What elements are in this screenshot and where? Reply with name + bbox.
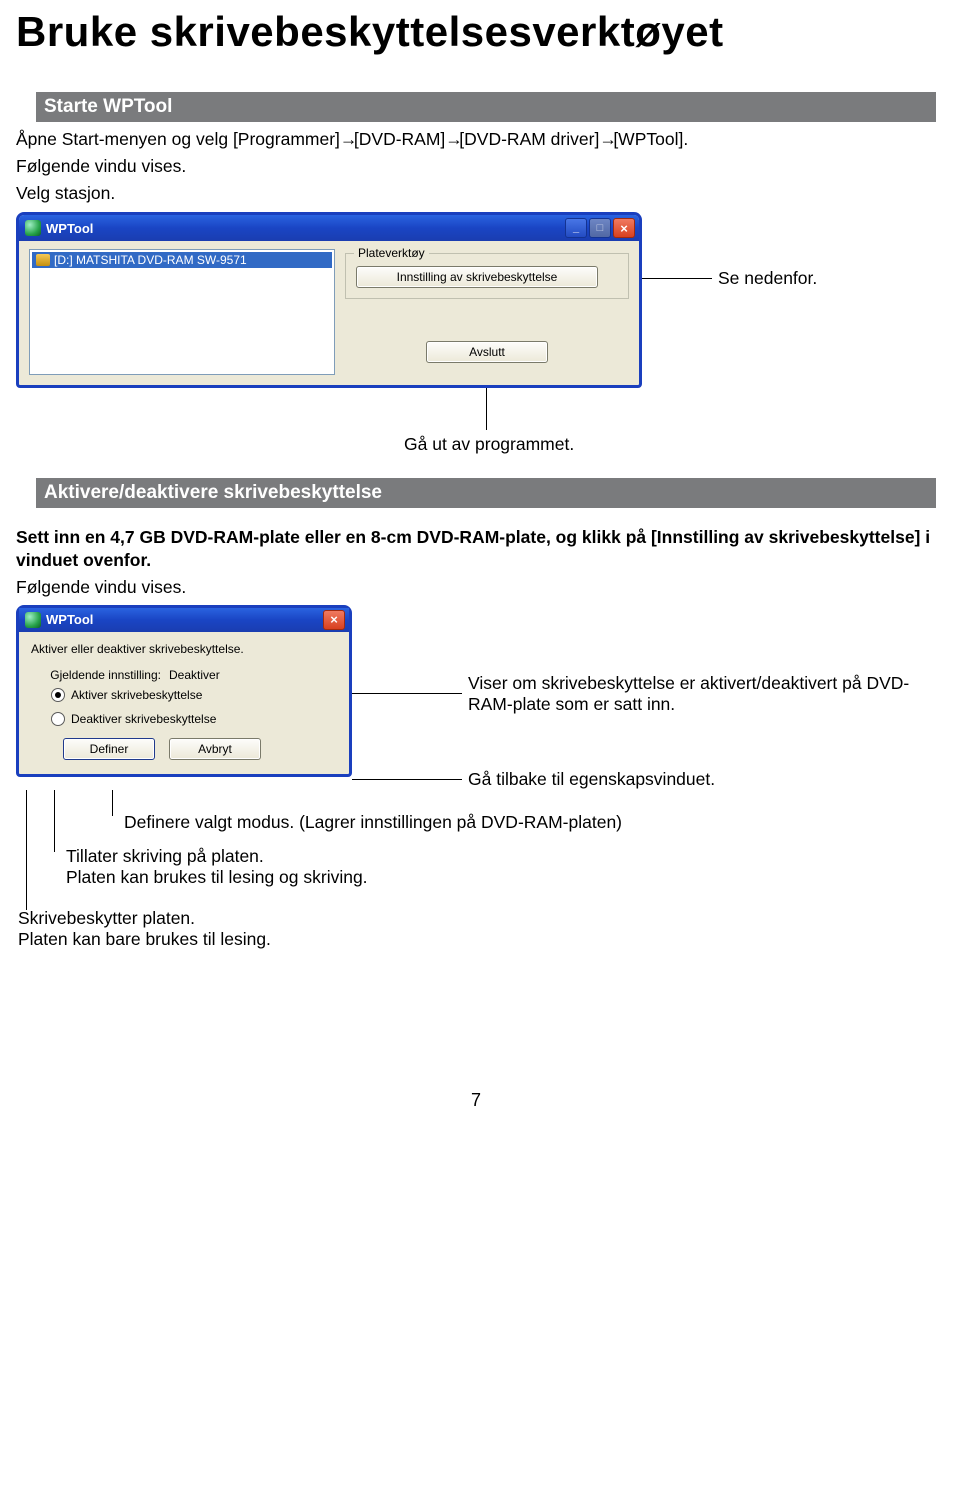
maximize-button[interactable]: □ [589, 218, 611, 238]
quit-button[interactable]: Avslutt [426, 341, 548, 363]
radio-disable-label: Deaktiver skrivebeskyttelse [71, 712, 216, 726]
path-1: [DVD-RAM] [354, 129, 445, 149]
radio-enable-label: Aktiver skrivebeskyttelse [71, 688, 202, 702]
drive-icon [36, 254, 50, 266]
radio-icon [51, 712, 65, 726]
groupbox-disc-tools: Plateverktøy Innstilling av skrivebeskyt… [345, 253, 629, 299]
close-button[interactable]: × [613, 218, 635, 238]
close-button-2[interactable]: × [323, 610, 345, 630]
callout-back: Gå tilbake til egenskapsvinduet. [352, 769, 936, 790]
open-prefix: Åpne Start-menyen og velg [16, 129, 233, 149]
window-title: WPTool [46, 221, 565, 236]
dialog-description: Aktiver eller deaktiver skrivebeskyttels… [31, 642, 337, 656]
path-3: [WPTool] [613, 129, 683, 149]
page-title: Bruke skrivebeskyttelsesverktøyet [16, 8, 936, 56]
period: . [683, 129, 688, 149]
drive-label: [D:] MATSHITA DVD-RAM SW-9571 [54, 253, 247, 267]
define-button[interactable]: Definer [63, 738, 155, 760]
callout-shows-status: Viser om skrivebeskyttelse er aktivert/d… [352, 673, 936, 715]
radio-enable-wp[interactable]: Aktiver skrivebeskyttelse [31, 686, 337, 704]
write-protect-settings-button[interactable]: Innstilling av skrivebeskyttelse [356, 266, 598, 288]
callout-allow-write-1: Tillater skriving på platen. [66, 846, 368, 867]
page-number: 7 [16, 1090, 936, 1131]
path-0: [Programmer] [233, 129, 340, 149]
radio-disable-wp[interactable]: Deaktiver skrivebeskyttelse [31, 710, 337, 728]
text-following-window-2: Følgende vindu vises. [16, 576, 936, 599]
titlebar-2: WPTool × [19, 608, 349, 632]
callout-define: Definere valgt modus. (Lagrer innstillin… [124, 812, 622, 833]
callout-see-below: Se nedenfor. [642, 268, 817, 289]
current-setting-label: Gjeldende innstilling: [31, 668, 169, 682]
arrow-icon: → [599, 128, 613, 151]
arrow-icon: → [445, 128, 459, 151]
section-heading-enable: Aktivere/deaktivere skrivebeskyttelse [36, 478, 936, 508]
callout-wp-1: Skrivebeskytter platen. [18, 908, 271, 929]
titlebar: WPTool _ □ × [19, 215, 639, 241]
drive-list-item[interactable]: [D:] MATSHITA DVD-RAM SW-9571 [32, 252, 332, 268]
drive-list[interactable]: [D:] MATSHITA DVD-RAM SW-9571 [29, 249, 335, 375]
groupbox-legend: Plateverktøy [354, 246, 429, 260]
cancel-button[interactable]: Avbryt [169, 738, 261, 760]
app-icon [25, 612, 41, 628]
callout-wp-2: Platen kan bare brukes til lesing. [18, 929, 271, 950]
text-following-window: Følgende vindu vises. [16, 155, 936, 178]
current-setting-value: Deaktiver [169, 668, 220, 682]
text-select-station: Velg stasjon. [16, 182, 936, 205]
minimize-button[interactable]: _ [565, 218, 587, 238]
wptool-main-window: WPTool _ □ × [D:] MATSHITA DVD-RAM SW-95… [16, 212, 642, 388]
path-2: [DVD-RAM driver] [459, 129, 599, 149]
section2-instruction: Sett inn en 4,7 GB DVD-RAM-plate eller e… [16, 526, 936, 572]
radio-icon [51, 688, 65, 702]
window-title-2: WPTool [46, 612, 323, 627]
app-icon [25, 220, 41, 236]
section-heading-start: Starte WPTool [36, 92, 936, 122]
open-instructions: Åpne Start-menyen og velg [Programmer]→[… [16, 128, 936, 151]
callout-allow-write-2: Platen kan brukes til lesing og skriving… [66, 867, 368, 888]
arrow-icon: → [340, 128, 354, 151]
callout-exit: Gå ut av programmet. [404, 434, 574, 455]
wptool-dialog: WPTool × Aktiver eller deaktiver skriveb… [16, 605, 352, 777]
